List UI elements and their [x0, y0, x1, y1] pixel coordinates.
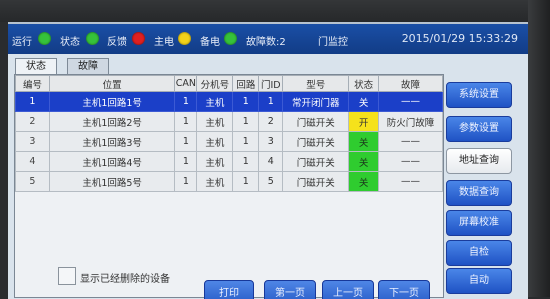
status-bar: 运行 状态 反馈 主电 备电 故障数:2 门监控 2015/01/29 15:3…: [8, 24, 528, 54]
cell-loop: 1: [232, 131, 260, 152]
col-header-state: 状态: [348, 75, 380, 92]
feedback-label: 反馈: [107, 37, 127, 48]
feedback-indicator-icon: [132, 32, 145, 45]
cell-extension: 主机: [196, 111, 234, 132]
screen-bezel-top: [0, 0, 550, 22]
cell-door-id: 2: [258, 111, 284, 132]
cell-location: 主机1回路5号: [48, 171, 176, 192]
cell-model: 门磁开关: [282, 131, 350, 152]
fault-count: 故障数:2: [246, 37, 286, 48]
table-row[interactable]: 3 主机1回路3号 1 主机 1 3 门磁开关 关 ——: [15, 131, 443, 152]
cell-model: 门磁开关: [282, 111, 350, 132]
col-header-loop: 回路: [232, 75, 260, 92]
table-header-row: 编号 位置 CAN 分机号 回路 门ID 型号 状态 故障: [15, 75, 443, 92]
first-page-button[interactable]: 第一页: [264, 280, 316, 299]
print-button[interactable]: 打印: [204, 280, 254, 299]
cell-can: 1: [174, 171, 198, 192]
cell-number: 2: [15, 111, 50, 132]
cell-location: 主机1回路3号: [48, 131, 176, 152]
self-check-button[interactable]: 自检: [446, 240, 512, 266]
col-header-extension: 分机号: [196, 75, 234, 92]
cell-state-open: 开: [348, 111, 380, 132]
table-row[interactable]: 1 主机1回路1号 1 主机 1 1 常开闭门器 关 ——: [15, 91, 443, 112]
cell-model: 常开闭门器: [282, 91, 350, 112]
cell-fault: 防火门故障: [378, 111, 443, 132]
next-page-button[interactable]: 下一页: [378, 280, 430, 299]
cell-door-id: 4: [258, 151, 284, 172]
cell-can: 1: [174, 151, 198, 172]
cell-location: 主机1回路4号: [48, 151, 176, 172]
data-query-button[interactable]: 数据查询: [446, 180, 512, 206]
cell-door-id: 3: [258, 131, 284, 152]
parameter-settings-button[interactable]: 参数设置: [446, 116, 512, 142]
col-header-door-id: 门ID: [258, 75, 284, 92]
run-label: 运行: [12, 37, 32, 48]
col-header-number: 编号: [15, 75, 50, 92]
cell-fault: ——: [378, 91, 443, 112]
table-row[interactable]: 4 主机1回路4号 1 主机 1 4 门磁开关 关 ——: [15, 151, 443, 172]
cell-fault: ——: [378, 171, 443, 192]
cell-can: 1: [174, 111, 198, 132]
screen-bezel-right: [528, 0, 550, 297]
cell-state-closed: 关: [348, 131, 380, 152]
cell-loop: 1: [232, 111, 260, 132]
cell-loop: 1: [232, 91, 260, 112]
cell-fault: ——: [378, 131, 443, 152]
clock: 2015/01/29 15:33:29: [401, 32, 518, 45]
cell-fault: ——: [378, 151, 443, 172]
device-table-panel: 编号 位置 CAN 分机号 回路 门ID 型号 状态 故障 1 主机1回路1号 …: [14, 74, 444, 298]
cell-loop: 1: [232, 171, 260, 192]
hmi-screen: 运行 状态 反馈 主电 备电 故障数:2 门监控 2015/01/29 15:3…: [8, 22, 528, 299]
show-deleted-label: 显示已经删除的设备: [80, 274, 170, 285]
cell-extension: 主机: [196, 171, 234, 192]
status-indicator-icon: [86, 32, 99, 45]
cell-location: 主机1回路2号: [48, 111, 176, 132]
col-header-location: 位置: [48, 75, 176, 92]
cell-extension: 主机: [196, 91, 234, 112]
previous-page-button[interactable]: 上一页: [322, 280, 374, 299]
cell-number: 5: [15, 171, 50, 192]
cell-model: 门磁开关: [282, 151, 350, 172]
run-indicator-icon: [38, 32, 51, 45]
show-deleted-checkbox[interactable]: [58, 267, 76, 285]
tab-status[interactable]: 状态: [15, 58, 57, 74]
col-header-model: 型号: [282, 75, 350, 92]
cell-number: 4: [15, 151, 50, 172]
col-header-can: CAN: [174, 75, 198, 92]
cell-location: 主机1回路1号: [48, 91, 176, 112]
cell-state-closed: 关: [348, 151, 380, 172]
backup-power-label: 备电: [200, 37, 220, 48]
system-settings-button[interactable]: 系统设置: [446, 82, 512, 108]
cell-number: 1: [15, 91, 50, 112]
col-header-fault: 故障: [378, 75, 443, 92]
cell-state: 关: [348, 91, 380, 112]
cell-door-id: 1: [258, 91, 284, 112]
cell-number: 3: [15, 131, 50, 152]
status-label: 状态: [60, 37, 80, 48]
screen-calibration-button[interactable]: 屏幕校准: [446, 210, 512, 236]
cell-door-id: 5: [258, 171, 284, 192]
cell-extension: 主机: [196, 131, 234, 152]
backup-power-indicator-icon: [224, 32, 237, 45]
cell-extension: 主机: [196, 151, 234, 172]
device-table: 编号 位置 CAN 分机号 回路 门ID 型号 状态 故障 1 主机1回路1号 …: [15, 75, 443, 192]
tab-faults[interactable]: 故障: [67, 58, 109, 74]
cell-can: 1: [174, 91, 198, 112]
address-query-button[interactable]: 地址查询: [446, 148, 512, 174]
cell-loop: 1: [232, 151, 260, 172]
main-power-indicator-icon: [178, 32, 191, 45]
cell-can: 1: [174, 131, 198, 152]
auto-button[interactable]: 自动: [446, 268, 512, 294]
main-power-label: 主电: [154, 37, 174, 48]
table-row[interactable]: 5 主机1回路5号 1 主机 1 5 门磁开关 关 ——: [15, 171, 443, 192]
page-title: 门监控: [318, 37, 348, 48]
table-row[interactable]: 2 主机1回路2号 1 主机 1 2 门磁开关 开 防火门故障: [15, 111, 443, 132]
cell-state-closed: 关: [348, 171, 380, 192]
cell-model: 门磁开关: [282, 171, 350, 192]
